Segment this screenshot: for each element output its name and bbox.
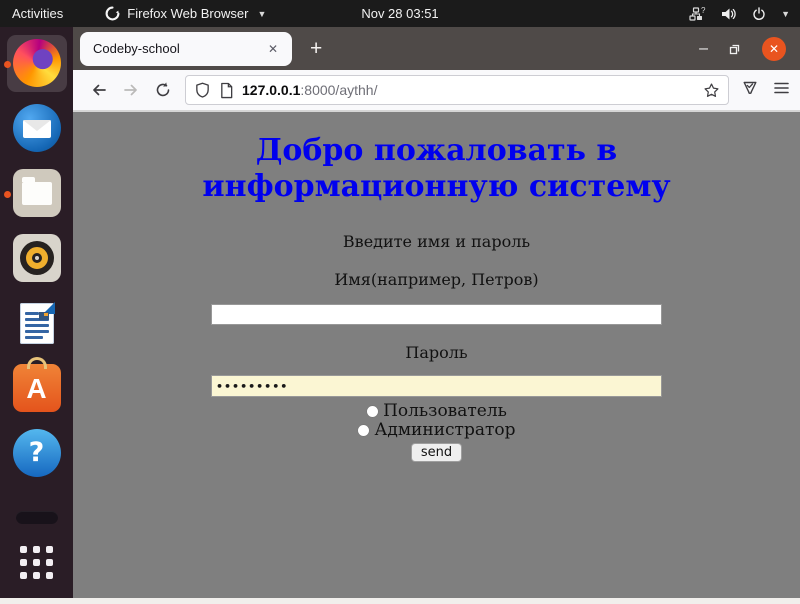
reload-button[interactable] <box>147 77 179 103</box>
window-bottom-edge <box>0 598 800 604</box>
url-text[interactable]: 127.0.0.1:8000/aythh/ <box>242 82 697 98</box>
tab-codeby-school[interactable]: Codeby-school ✕ <box>80 32 292 66</box>
send-button[interactable]: send <box>411 443 462 462</box>
close-button[interactable]: ✕ <box>762 37 786 61</box>
toolbar-right <box>741 79 790 102</box>
page-title: Добро пожаловать в информационную систем… <box>117 133 757 205</box>
password-label: Пароль <box>405 343 467 362</box>
shield-check-icon[interactable] <box>741 79 759 102</box>
dock-item-ubuntu-software[interactable]: A <box>7 360 67 417</box>
role-option-user[interactable]: Пользователь <box>366 402 507 421</box>
forward-button[interactable] <box>115 77 147 103</box>
help-icon: ? <box>13 429 61 477</box>
restore-button[interactable] <box>728 42 742 56</box>
svg-text:?: ? <box>701 6 706 15</box>
dock-item-trash[interactable] <box>7 504 67 532</box>
password-input[interactable] <box>211 375 662 397</box>
volume-icon <box>720 6 737 22</box>
files-icon <box>13 169 61 217</box>
dock-item-libreoffice-writer[interactable] <box>7 295 67 352</box>
window-controls: – ✕ <box>699 27 786 70</box>
dock-item-files[interactable] <box>7 165 67 222</box>
thunderbird-icon <box>13 104 61 152</box>
role-option-admin[interactable]: Администратор <box>357 421 515 440</box>
network-icon: ? <box>689 6 706 22</box>
firefox-mini-icon <box>105 6 120 21</box>
tray-chevron-down-icon: ▼ <box>781 9 790 19</box>
trash-icon <box>16 511 58 524</box>
app-menu-label: Firefox Web Browser <box>127 6 248 21</box>
new-tab-button[interactable]: + <box>304 37 328 61</box>
libreoffice-writer-icon <box>13 299 61 347</box>
navigation-toolbar: 127.0.0.1:8000/aythh/ <box>73 70 800 112</box>
url-host: 127.0.0.1 <box>242 82 300 98</box>
dock-item-thunderbird[interactable] <box>7 100 67 157</box>
bookmark-star-icon[interactable] <box>703 82 720 99</box>
browser-window: Codeby-school ✕ + – ✕ <box>73 27 800 599</box>
admin-radio-label: Администратор <box>374 421 515 440</box>
dock-item-firefox[interactable] <box>7 35 67 92</box>
dock: A ? <box>0 27 73 599</box>
firefox-icon <box>13 39 61 87</box>
tab-close-icon[interactable]: ✕ <box>264 40 282 58</box>
url-path: :8000/aythh/ <box>300 82 377 98</box>
minimize-button[interactable]: – <box>699 44 708 54</box>
hamburger-menu-icon[interactable] <box>773 80 790 101</box>
url-bar[interactable]: 127.0.0.1:8000/aythh/ <box>185 75 729 105</box>
app-menu-caret-icon: ▼ <box>257 9 266 19</box>
name-input[interactable] <box>211 304 662 325</box>
back-button[interactable] <box>83 77 115 103</box>
name-label: Имя(например, Петров) <box>334 270 538 289</box>
web-page: Добро пожаловать в информационную систем… <box>73 112 800 599</box>
apps-grid-icon <box>17 543 57 583</box>
power-icon <box>751 6 767 22</box>
show-applications-button[interactable] <box>7 534 67 591</box>
system-top-bar: Activities Firefox Web Browser ▼ Nov 28 … <box>0 0 800 27</box>
running-indicator <box>4 61 11 68</box>
intro-text: Введите имя и пароль <box>343 232 530 251</box>
desktop: Activities Firefox Web Browser ▼ Nov 28 … <box>0 0 800 604</box>
shield-icon[interactable] <box>194 81 211 99</box>
dock-item-help[interactable]: ? <box>7 425 67 482</box>
admin-radio[interactable] <box>357 424 370 437</box>
tab-bar: Codeby-school ✕ + – ✕ <box>73 27 800 70</box>
system-tray[interactable]: ? ▼ <box>689 0 790 27</box>
activities-button[interactable]: Activities <box>12 6 63 21</box>
rhythmbox-icon <box>13 234 61 282</box>
user-radio-label: Пользователь <box>383 402 507 421</box>
dock-item-rhythmbox[interactable] <box>7 230 67 287</box>
role-radio-group: Пользователь Администратор <box>357 402 515 440</box>
user-radio[interactable] <box>366 405 379 418</box>
page-info-icon[interactable] <box>219 82 234 99</box>
app-menu[interactable]: Firefox Web Browser ▼ <box>105 6 266 21</box>
tab-title: Codeby-school <box>93 41 264 56</box>
running-indicator <box>4 191 11 198</box>
ubuntu-software-icon: A <box>13 364 61 412</box>
